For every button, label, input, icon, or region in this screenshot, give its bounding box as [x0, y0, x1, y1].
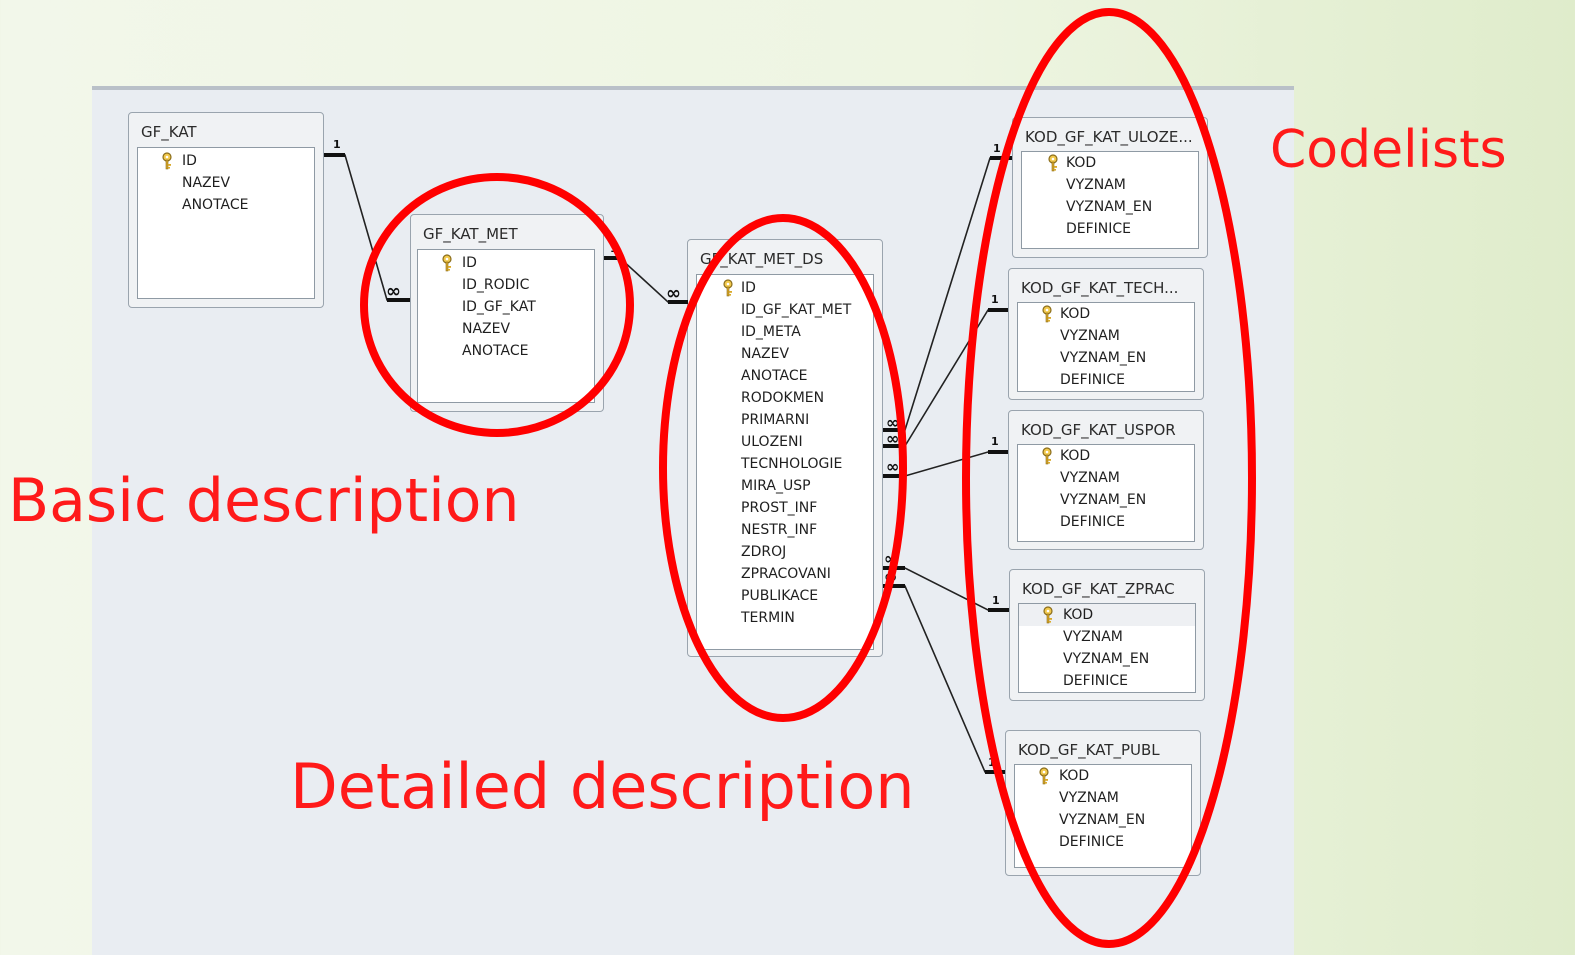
annotation-ellipse-detailed [659, 214, 907, 722]
cardinality-one: 1 [991, 293, 999, 306]
relation-line [883, 567, 1009, 611]
annotation-basic-description: Basic description [8, 466, 520, 536]
annotation-ellipse-basic [360, 173, 634, 437]
relation-line [883, 585, 1005, 773]
cardinality-one: 1 [991, 435, 999, 448]
annotation-ellipse-codelists [962, 8, 1256, 948]
cardinality-one: 1 [333, 138, 341, 151]
cardinality-many: ∞ [886, 457, 899, 476]
annotation-detailed-description: Detailed description [290, 750, 915, 823]
cardinality-many: ∞ [666, 283, 681, 304]
cardinality-many: ∞ [386, 281, 401, 302]
cardinality-one: 1 [993, 142, 1001, 155]
cardinality-many: ∞ [886, 429, 899, 448]
annotation-codelists: Codelists [1270, 120, 1507, 180]
cardinality-one: 1 [992, 594, 1000, 607]
